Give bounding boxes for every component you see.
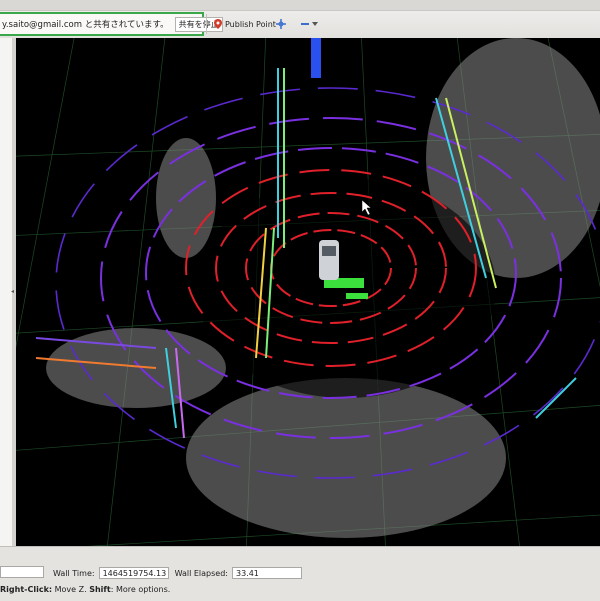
dropdown-arrow-icon xyxy=(312,22,318,26)
wall-elapsed-label: Wall Elapsed: xyxy=(174,568,228,578)
right-click-key: Right-Click: xyxy=(0,585,53,594)
mouse-hint: Right-Click: Move Z. Shift: More options… xyxy=(0,585,170,594)
wall-elapsed-field[interactable]: 33.41 xyxy=(231,567,302,579)
minus-icon xyxy=(301,23,309,25)
toolbar-separator xyxy=(206,14,207,34)
publish-point-tool[interactable]: Publish Point xyxy=(214,15,276,33)
map-pin-icon xyxy=(214,19,222,29)
collapse-arrow-icon[interactable]: ◂ xyxy=(11,288,14,295)
point-cloud-scene xyxy=(16,38,600,546)
vehicle-model xyxy=(319,240,339,280)
top-toolbar: y.saito@gmail.com と共有されています。 共有を停止 Publi… xyxy=(0,0,600,38)
wall-time-label: Wall Time: xyxy=(53,568,95,578)
move-camera-tool[interactable] xyxy=(276,15,286,33)
rviz-3d-view[interactable] xyxy=(16,38,600,546)
sharing-banner: y.saito@gmail.com と共有されています。 共有を停止 xyxy=(0,12,223,36)
publish-point-label: Publish Point xyxy=(225,19,276,29)
title-strip xyxy=(0,0,600,11)
add-tool-menu[interactable] xyxy=(300,15,318,33)
shift-text: : More options. xyxy=(110,585,171,594)
wall-time-field[interactable]: 1464519754.13 xyxy=(98,567,169,579)
shift-key: Shift xyxy=(89,585,111,594)
right-click-text: Move Z. xyxy=(52,585,90,594)
wall-time-row: Wall Time: 1464519754.13 Wall Elapsed: 3… xyxy=(53,566,302,580)
move-camera-icon xyxy=(276,19,286,29)
sharing-text: y.saito@gmail.com と共有されています。 xyxy=(2,20,169,30)
ros-time-field xyxy=(0,566,44,578)
